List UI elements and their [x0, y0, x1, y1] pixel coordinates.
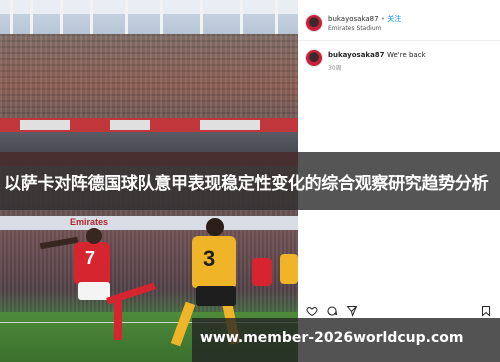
bookmark-icon[interactable]: [480, 305, 492, 317]
background-player: [280, 254, 298, 284]
headline-banner: 以萨卡对阵德国球队意甲表现稳定性变化的综合观察研究趋势分析: [0, 152, 500, 210]
caption-line: bukayosaka87 We're back: [328, 51, 426, 59]
background-player: [252, 258, 272, 286]
heart-icon[interactable]: [306, 305, 318, 317]
caption-text: We're back: [386, 51, 426, 59]
share-icon[interactable]: [346, 305, 358, 317]
emirates-board: Emirates: [0, 216, 298, 230]
watermark-url: www.member-2026worldcup.com: [200, 330, 464, 346]
roof-pillar: [125, 0, 128, 38]
roof-pillar: [10, 0, 13, 38]
avatar[interactable]: [306, 15, 322, 31]
watermark-box: www.member-2026worldcup.com: [192, 318, 500, 362]
follow-button[interactable]: 关注: [387, 15, 401, 23]
post-header: bukayosaka87 • 关注 Emirates Stadium: [298, 0, 500, 41]
roof-pillar: [30, 0, 33, 38]
stadium-roof: [0, 0, 298, 14]
roof-pillar: [90, 0, 93, 38]
advertising-board: [0, 118, 298, 132]
roof-pillar: [240, 0, 243, 38]
roof-pillar: [275, 0, 278, 38]
header-user-line: bukayosaka87 • 关注: [328, 14, 401, 24]
emirates-board-text: Emirates: [70, 217, 109, 227]
caption-username[interactable]: bukayosaka87: [328, 51, 385, 59]
roof-pillar: [200, 0, 203, 38]
middle-tier: [0, 132, 298, 152]
player-shorts: [196, 286, 236, 306]
upper-stand-crowd: [0, 34, 298, 120]
headline-text: 以萨卡对阵德国球队意甲表现稳定性变化的综合观察研究趋势分析: [4, 174, 489, 194]
comment-avatar[interactable]: [306, 50, 322, 66]
player-head: [86, 228, 102, 244]
player-number-left: 7: [85, 248, 96, 268]
location-link[interactable]: Emirates Stadium: [328, 25, 381, 32]
player-leg: [114, 298, 122, 340]
caption-time: 30周: [328, 65, 342, 72]
roof-pillar: [60, 0, 63, 38]
roof-pillar: [160, 0, 163, 38]
player-number-right: 3: [203, 246, 216, 271]
header-username[interactable]: bukayosaka87: [328, 15, 379, 23]
player-head: [206, 218, 224, 236]
comment-icon[interactable]: [326, 305, 338, 317]
separator-dot: •: [380, 15, 385, 23]
